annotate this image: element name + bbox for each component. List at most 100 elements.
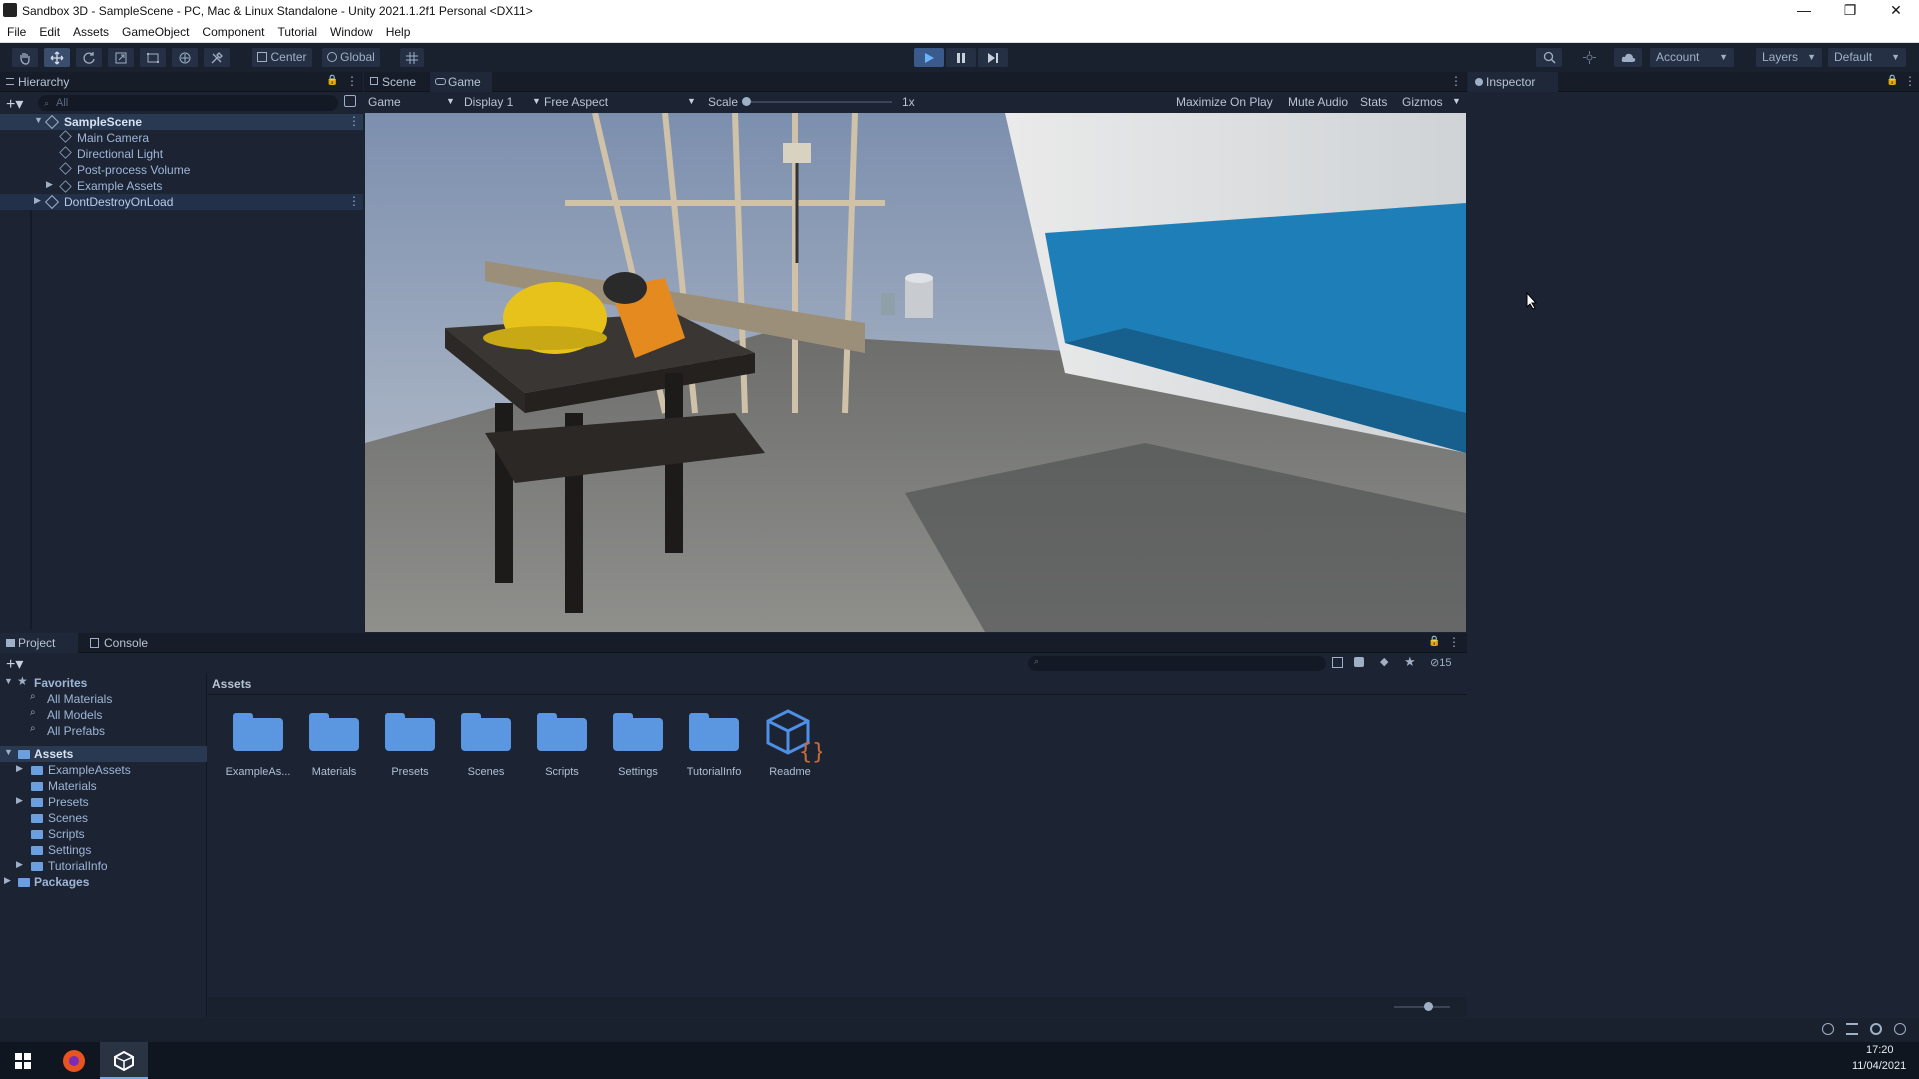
lock-icon[interactable]: 🔒 [326,75,338,86]
windows-start-icon[interactable] [15,1053,31,1069]
layers-dropdown[interactable]: Layers ▼ [1756,48,1822,67]
asset-folder-scripts[interactable]: Scripts [524,713,600,793]
icon-size-slider-thumb[interactable] [1424,1002,1433,1011]
account-dropdown[interactable]: Account ▼ [1650,48,1734,67]
panel-menu-icon[interactable]: ⋮ [346,74,358,88]
scale-slider[interactable] [742,96,892,108]
add-object-button[interactable]: +▾ [6,94,23,114]
pivot-space-toggle[interactable]: Global [322,48,380,67]
grid-snap-button[interactable] [400,48,424,67]
chevron-down-icon[interactable]: ▼ [1452,96,1461,106]
hierarchy-search-input[interactable]: ⌕ All [38,95,338,111]
row-menu-icon[interactable]: ⋮ [348,194,360,208]
maximize-on-play-toggle[interactable]: Maximize On Play [1176,95,1273,109]
hierarchy-item-example-assets[interactable]: ▶ Example Assets [46,178,360,194]
hierarchy-item-directional-light[interactable]: Directional Light [59,146,360,162]
game-view-dropdown[interactable]: Game ▼ [368,95,458,110]
favorite-all-prefabs[interactable]: ⌕ All Prefabs [30,723,200,739]
tag-icon[interactable]: ◆ [1380,655,1388,668]
asset-folder-scenes[interactable]: Scenes [448,713,524,793]
layout-dropdown[interactable]: Default ▼ [1828,48,1906,67]
maximize-button[interactable]: ❐ [1827,0,1873,22]
layers-stack-icon[interactable] [1846,1023,1858,1035]
hierarchy-scene-row[interactable]: ▼ SampleScene ⋮ [0,114,363,130]
hand-tool-button[interactable] [12,48,38,67]
move-tool-button[interactable] [44,48,70,67]
favorites-row[interactable]: ▼ ★ Favorites [0,674,207,691]
tab-scene[interactable]: Scene [364,72,430,92]
cloud-button[interactable] [1614,48,1642,67]
menu-gameobject[interactable]: GameObject [115,22,195,39]
panel-menu-icon[interactable]: ⋮ [1904,74,1916,88]
favorite-all-materials[interactable]: ⌕ All Materials [30,691,200,707]
panel-menu-icon[interactable]: ⋮ [1450,74,1462,88]
menu-component[interactable]: Component [195,22,270,39]
close-button[interactable]: ✕ [1873,0,1919,22]
tree-folder-scripts[interactable]: Scripts [16,826,206,842]
pivot-mode-toggle[interactable]: Center [252,48,312,67]
custom-tool-button[interactable] [204,48,230,67]
menu-file[interactable]: File [0,22,32,39]
asset-folder-settings[interactable]: Settings [600,713,676,793]
aspect-dropdown[interactable]: Free Aspect ▼ [544,95,700,110]
project-search-input[interactable]: ⌕ [1028,656,1326,671]
create-asset-button[interactable]: +▾ [6,654,23,674]
asset-folder-presets[interactable]: Presets [372,713,448,793]
lock-icon[interactable]: 🔒 [1428,636,1440,647]
tab-inspector[interactable]: Inspector [1468,72,1558,92]
tree-folder-scenes[interactable]: Scenes [16,810,206,826]
menu-assets[interactable]: Assets [66,22,115,39]
network-icon[interactable] [1870,1023,1882,1035]
menu-tutorial[interactable]: Tutorial [270,22,323,39]
tab-game[interactable]: Game [430,72,492,92]
rotate-tool-button[interactable] [76,48,102,67]
transform-tool-button[interactable] [172,48,198,67]
row-menu-icon[interactable]: ⋮ [348,114,360,128]
game-view-render[interactable] [365,113,1466,632]
firefox-taskbar-icon[interactable] [63,1050,85,1072]
tab-project[interactable]: Project [0,633,78,653]
packages-row[interactable]: ▶ Packages [0,874,207,890]
tree-folder-materials[interactable]: Materials [16,778,206,794]
tree-folder-exampleassets[interactable]: ▶ ExampleAssets [16,762,206,778]
search-by-type-icon[interactable] [1332,657,1343,668]
favorite-all-models[interactable]: ⌕ All Models [30,707,200,723]
scale-tool-button[interactable] [108,48,134,67]
hierarchy-item-main-camera[interactable]: Main Camera [59,130,360,146]
tree-folder-presets[interactable]: ▶ Presets [16,794,206,810]
scale-slider-thumb[interactable] [742,97,751,106]
step-button[interactable] [978,48,1008,67]
gizmos-toggle[interactable]: Gizmos [1402,95,1443,109]
minimize-button[interactable]: — [1781,0,1827,22]
display-dropdown[interactable]: Display 1 ▼ [464,95,544,110]
bug-icon[interactable] [1822,1023,1834,1035]
stats-toggle[interactable]: Stats [1360,95,1387,109]
asset-folder-exampleassets[interactable]: ExampleAs... [220,713,296,793]
hierarchy-item-post-process-volume[interactable]: Post-process Volume [59,162,360,178]
menu-window[interactable]: Window [323,22,379,39]
panel-menu-icon[interactable]: ⋮ [1448,635,1460,649]
asset-readme[interactable]: {} Readme [752,707,828,793]
mute-audio-toggle[interactable]: Mute Audio [1288,95,1348,109]
collab-button[interactable] [1576,48,1602,67]
tab-hierarchy[interactable]: Hierarchy [0,72,120,92]
rect-tool-button[interactable] [140,48,166,67]
unity-taskbar-button[interactable] [100,1042,148,1079]
tree-folder-tutorialinfo[interactable]: ▶ TutorialInfo [16,858,206,874]
hierarchy-dontdestroy-row[interactable]: ▶ DontDestroyOnLoad ⋮ [0,194,363,210]
scene-search-icon[interactable] [344,95,356,107]
check-circle-icon[interactable] [1894,1023,1906,1035]
menu-edit[interactable]: Edit [32,22,66,39]
clock-date[interactable]: 11/04/2021 [1852,1060,1906,1072]
breadcrumb[interactable]: Assets [212,677,251,691]
asset-folder-materials[interactable]: Materials [296,713,372,793]
asset-folder-tutorialinfo[interactable]: TutorialInfo [676,713,752,793]
hidden-packages-toggle[interactable]: ⊘15 [1430,656,1451,669]
play-button[interactable] [914,48,944,67]
search-button[interactable] [1536,48,1562,67]
filter-by-label-icon[interactable] [1354,657,1364,667]
clock-time[interactable]: 17:20 [1866,1044,1894,1056]
assets-root-row[interactable]: ▼ Assets [0,746,207,762]
tree-folder-settings[interactable]: Settings [16,842,206,858]
lock-icon[interactable]: 🔒 [1886,75,1898,86]
